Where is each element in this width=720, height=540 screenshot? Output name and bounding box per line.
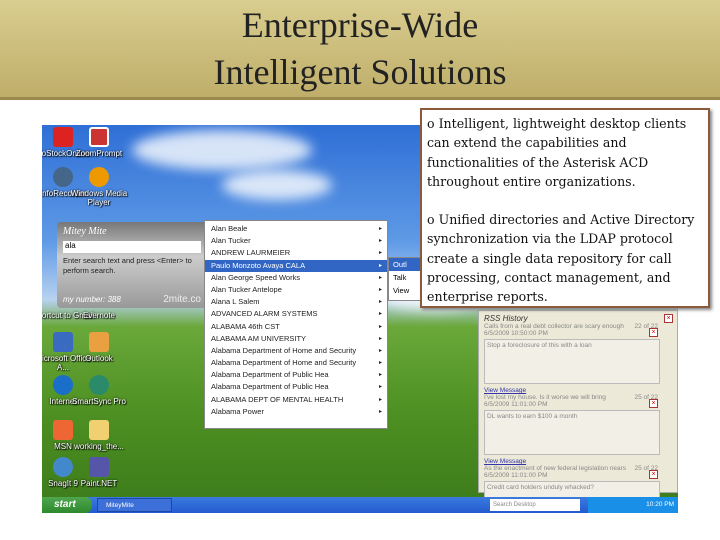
rss-date: 6/5/2009 11:01:00 PM (484, 472, 548, 479)
icon-label: Outlook (85, 354, 113, 363)
rss-headline: As the enactment of new federal legislat… (484, 465, 672, 472)
clock: 10:20 PM (588, 497, 678, 513)
rss-item: Calls from a real debt collector are sca… (484, 323, 672, 384)
menu-item[interactable]: Alabama Department of Home and Security (205, 357, 387, 369)
desktop-icon[interactable]: ZoomPrompt (66, 127, 132, 158)
delete-icon[interactable]: × (649, 470, 658, 479)
menu-item[interactable]: ALABAMA AM UNIVERSITY (205, 333, 387, 345)
rss-title: RSS History (484, 314, 528, 323)
desktop-icon[interactable]: SmartSync Pro (66, 375, 132, 406)
bullet-1: o Intelligent, lightweight desktop clien… (427, 116, 687, 189)
search-hint: Enter search text and press <Enter> to p… (63, 256, 192, 275)
desktop-icon[interactable]: working_the... (66, 420, 132, 451)
menu-item[interactable]: ADVANCED ALARM SYSTEMS (205, 308, 387, 320)
brand-logo: 2mite.co (163, 294, 201, 305)
taskbar: start MiteyMite Search Desktop 10:20 PM (42, 497, 678, 513)
slide-title-banner: Enterprise-Wide Intelligent Solutions (0, 0, 720, 100)
menu-item[interactable]: Alan Tucker Antelope (205, 284, 387, 296)
desktop-icon[interactable]: Evernote (66, 311, 132, 320)
headline-text: As the enactment of new federal legislat… (484, 465, 627, 472)
icon-label: Windows Media Player (70, 189, 128, 207)
menu-item[interactable]: Alabama Department of Public Hea (205, 369, 387, 381)
menu-item[interactable]: Paulo Monzoto Avaya CALA (205, 259, 387, 272)
icon-label: Paint.NET (80, 479, 118, 488)
view-message-link[interactable]: View Message (484, 387, 672, 394)
menu-item[interactable]: Alana L Salem (205, 296, 387, 308)
close-icon[interactable]: × (664, 314, 673, 323)
rss-date: 6/5/2009 10:50:00 PM (484, 330, 548, 337)
menu-item[interactable]: Alan Tucker (205, 235, 387, 247)
taskbar-button-miteymite[interactable]: MiteyMite (97, 498, 172, 512)
icon-label: working_the... (74, 442, 124, 451)
title-line-2: Intelligent Solutions (213, 52, 507, 92)
rss-body: DL wants to earn $100 a month (484, 410, 660, 455)
desktop-search-input[interactable]: Search Desktop (490, 499, 580, 511)
rss-body: Stop a foreclosure of this with a loan (484, 339, 660, 384)
bullet-textbox: o Intelligent, lightweight desktop clien… (420, 108, 710, 308)
desktop-icon[interactable]: Windows Media Player (66, 167, 132, 207)
headline-text: I've lost my house. Is it worse we will … (484, 394, 606, 401)
icon-label: SmartSync Pro (72, 397, 126, 406)
menu-item[interactable]: ANDREW LAURMEIER (205, 247, 387, 259)
icon-label: ZoomPrompt (75, 149, 123, 158)
slide-title: Enterprise-Wide Intelligent Solutions (0, 0, 720, 96)
title-line-1: Enterprise-Wide (241, 5, 479, 45)
menu-item[interactable]: ALABAMA 46th CST (205, 321, 387, 333)
headline-text: Calls from a real debt collector are sca… (484, 323, 624, 330)
menu-item[interactable]: Alabama Department of Home and Security (205, 345, 387, 357)
desktop-icon[interactable]: Outlook (66, 332, 132, 363)
contact-menu: Alan BealeAlan TuckerANDREW LAURMEIERPau… (204, 220, 388, 429)
rss-headline: Calls from a real debt collector are sca… (484, 323, 672, 330)
rss-headline: I've lost my house. Is it worse we will … (484, 394, 672, 401)
delete-icon[interactable]: × (649, 328, 658, 337)
start-button[interactable]: start (42, 497, 92, 513)
mitey-mite-widget: Mitey Mite ala Enter search text and pre… (57, 222, 207, 308)
menu-item[interactable]: ALABAMA DEPT OF MENTAL HEALTH (205, 394, 387, 406)
bullet-2: o Unified directories and Active Directo… (427, 212, 695, 305)
menu-item[interactable]: Alan George Speed Works (205, 272, 387, 284)
menu-item[interactable]: Alabama Power (205, 406, 387, 418)
delete-icon[interactable]: × (649, 399, 658, 408)
view-message-link[interactable]: View Message (484, 458, 672, 465)
search-input[interactable]: ala (63, 241, 201, 253)
desktop-icon[interactable]: Paint.NET (66, 457, 132, 488)
rss-item: View Message I've lost my house. Is it wo… (484, 387, 672, 455)
rss-history-window: RSS History × Calls from a real debt col… (478, 310, 678, 513)
menu-item[interactable]: Alan Beale (205, 223, 387, 235)
rss-date: 6/5/2009 11:01:00 PM (484, 401, 548, 408)
widget-title: Mitey Mite (63, 226, 107, 237)
icon-label: Evernote (82, 311, 116, 320)
my-number: my number: 388 (63, 295, 121, 304)
menu-item[interactable]: Alabama Department of Public Hea (205, 381, 387, 393)
